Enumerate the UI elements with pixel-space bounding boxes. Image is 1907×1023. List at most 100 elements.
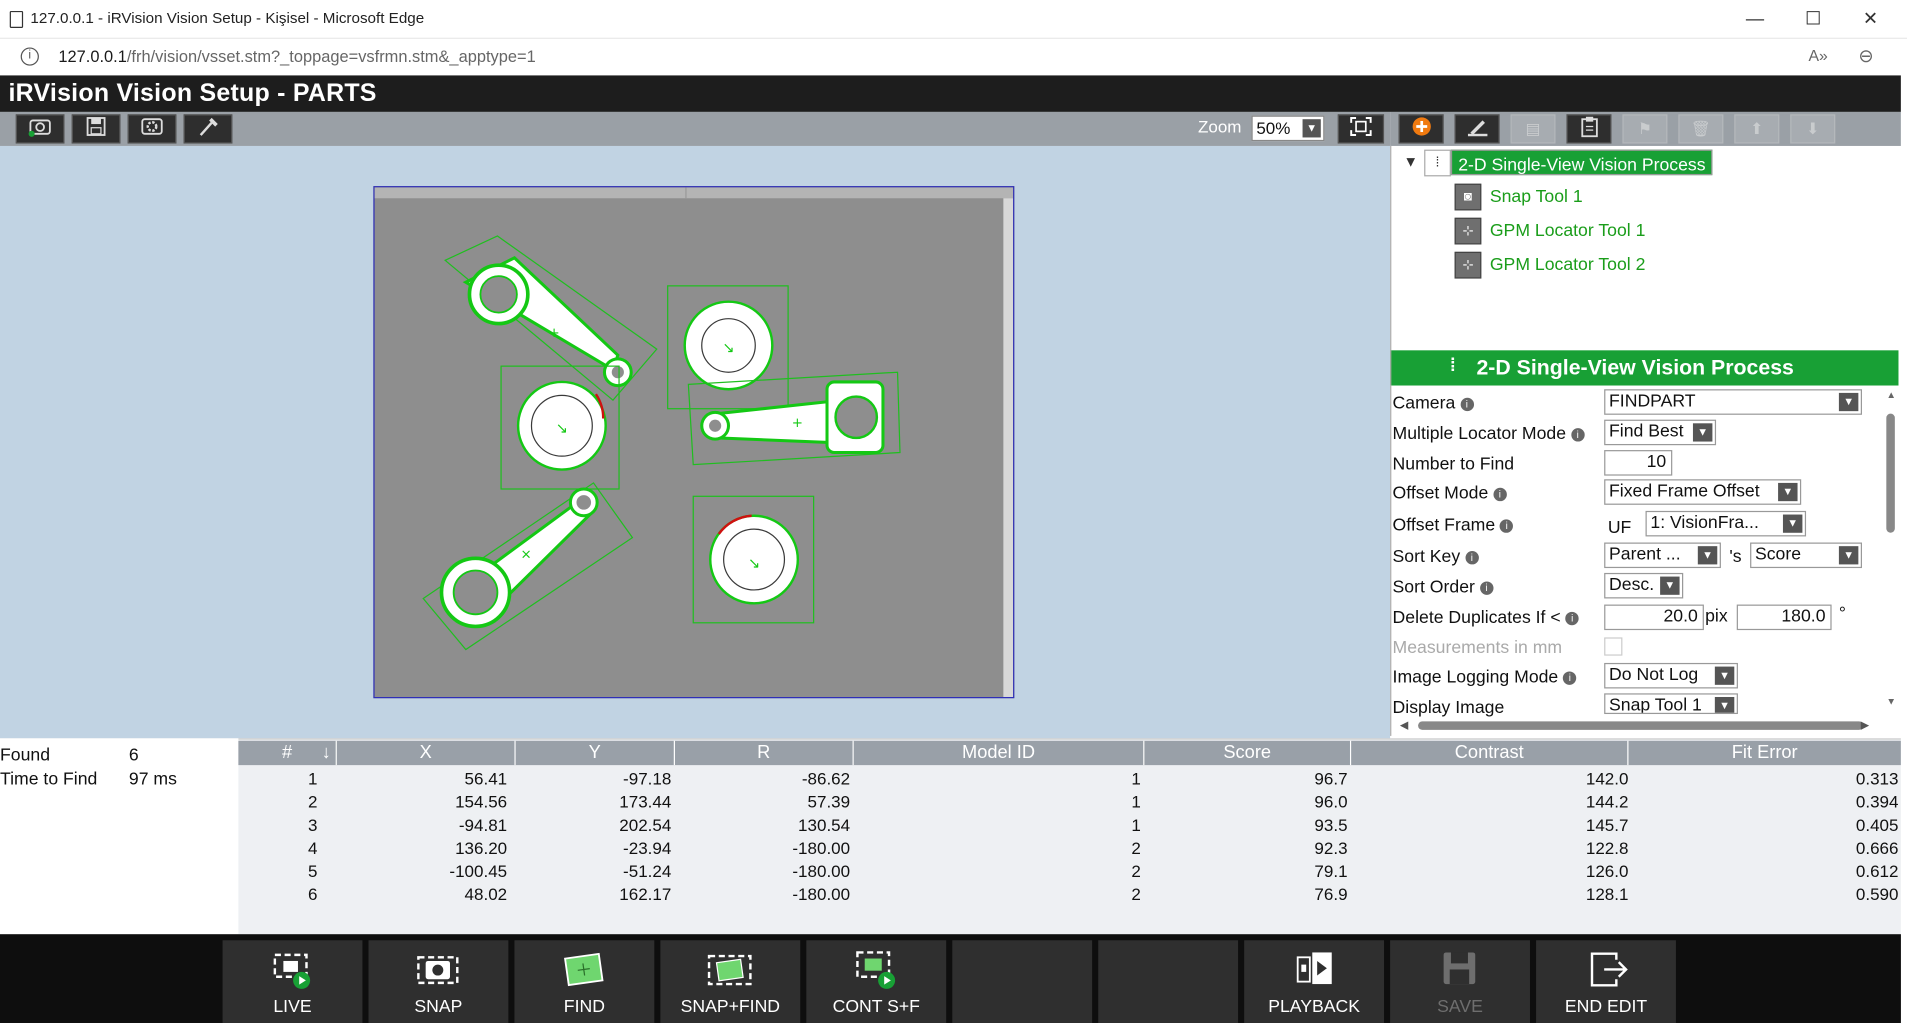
info-icon[interactable]: i [1500,519,1514,533]
site-info-icon[interactable]: i [20,47,39,66]
table-row[interactable]: 3 -94.81 202.54 130.54 1 93.5 145.7 0.405 [238,814,1901,837]
washer-2: ↘ [500,365,620,490]
move-button[interactable]: ⚑ [1622,114,1668,144]
tree-root-vision-process[interactable]: 2-D Single-View Vision Process [1450,149,1713,176]
svg-text:↘: ↘ [556,420,568,437]
zoom-icon[interactable]: ⊖ [1858,45,1873,67]
window-edge [1900,75,1907,1023]
tree-item-gpm-locator-1[interactable]: GPM Locator Tool 1 [1490,221,1646,240]
snap-button[interactable]: SNAP [368,940,509,1023]
scroll-thumb[interactable] [1886,413,1895,533]
fit-to-window-button[interactable] [1337,114,1385,144]
col-header-fit-error[interactable]: Fit Error [1628,740,1901,766]
camera-select[interactable]: FINDPART ▼ [1604,389,1863,415]
number-to-find-input[interactable]: 10 [1604,450,1673,476]
minimize-button[interactable]: — [1743,7,1767,31]
empty-button-2 [1098,940,1239,1023]
page-icon [9,10,24,28]
move-up-button[interactable]: ⬆ [1734,114,1780,144]
info-icon[interactable]: i [1565,611,1579,626]
display-image-select[interactable]: Snap Tool 1 ▼ [1604,693,1738,715]
tree-item-snap-tool-1[interactable]: Snap Tool 1 [1490,187,1583,206]
table-cell-contrast: 144.2 [1585,791,1629,812]
vision-process-icon: ⁞ [1449,355,1456,376]
read-aloud-icon[interactable]: A» [1808,46,1827,64]
table-cell-index: 1 [307,768,318,789]
snap-image-button[interactable] [15,114,65,144]
end-edit-button[interactable]: END EDIT [1536,940,1676,1023]
col-header-score[interactable]: Score [1144,740,1352,766]
info-icon[interactable]: i [1465,551,1479,565]
found-parts-overlay: + ↘ ↘ + × ↘ [374,187,1014,697]
tree-item-gpm-locator-2[interactable]: GPM Locator Tool 2 [1490,255,1646,274]
info-icon[interactable]: i [1493,487,1507,502]
sort-arrow-icon: ↓ [321,742,331,763]
chevron-down-icon: ▼ [1714,696,1735,713]
svg-text:↘: ↘ [722,340,734,357]
sort-key-field-select[interactable]: Score ▼ [1750,542,1863,569]
snap-find-button[interactable]: SNAP+FIND [660,940,801,1023]
sort-order-select[interactable]: Desc. ▼ [1604,572,1684,599]
multiple-locator-mode-select[interactable]: Find Best ▼ [1604,419,1717,446]
chevron-down-icon: ▼ [1838,546,1859,565]
url-text[interactable]: 127.0.0.1/frh/vision/vsset.stm?_toppage=… [58,47,535,65]
sort-key-select[interactable]: Parent ... ▼ [1604,542,1721,569]
table-cell-model-id: 1 [1131,814,1141,835]
eyedropper-button[interactable] [183,114,233,144]
table-cell-x: -94.81 [458,814,508,835]
info-icon[interactable]: i [1563,671,1577,685]
delete-duplicates-deg-input[interactable]: 180.0 [1736,604,1832,631]
info-icon[interactable]: i [1460,397,1474,412]
move-down-button[interactable]: ⬇ [1790,114,1836,144]
offset-frame-select[interactable]: 1: VisionFra... ▼ [1645,510,1807,537]
delete-button[interactable]: 🗑 [1678,114,1724,144]
table-row[interactable]: 4 136.20 -23.94 -180.00 2 92.3 122.8 0.666 [238,837,1901,860]
collapse-triangle-icon[interactable]: ▼ [1403,153,1417,170]
image-logging-select[interactable]: Do Not Log ▼ [1604,662,1738,689]
col-header-y[interactable]: Y [515,740,675,766]
chevron-down-icon: ▼ [1302,119,1321,138]
camera-gear-icon [141,118,163,135]
table-cell-contrast: 126.0 [1585,861,1629,881]
table-row[interactable]: 5 -100.45 -51.24 -180.00 2 79.1 126.0 0.612 [238,860,1901,883]
table-cell-x: 48.02 [464,884,508,904]
save-image-button[interactable] [71,114,121,144]
image-settings-button[interactable] [127,114,177,144]
info-icon[interactable]: i [1479,581,1494,595]
chevron-down-icon: ▼ [1778,482,1798,502]
zoom-select[interactable]: 50% ▼ [1251,115,1325,142]
camera-image[interactable]: + ↘ ↘ + × ↘ [373,186,1015,699]
table-cell-fit-error: 0.612 [1855,861,1899,881]
delete-duplicates-pix-input[interactable]: 20.0 [1604,604,1704,631]
offset-mode-select[interactable]: Fixed Frame Offset ▼ [1604,479,1802,505]
add-tool-button[interactable] [1398,114,1444,144]
paste-button[interactable] [1566,114,1612,144]
table-row[interactable]: 2 154.56 173.44 57.39 1 96.0 144.2 0.394 [238,791,1901,814]
close-button[interactable]: ✕ [1858,7,1882,31]
rename-button[interactable] [1454,114,1500,144]
playback-button[interactable]: PLAYBACK [1244,940,1385,1023]
copy-button[interactable]: ▤ [1510,114,1556,144]
col-header-index[interactable]: # ↓ [238,740,337,766]
cont-snap-find-button[interactable]: CONT S+F [806,940,947,1023]
table-cell-r: 130.54 [798,814,851,835]
col-header-contrast[interactable]: Contrast [1351,740,1629,766]
col-header-model-id[interactable]: Model ID [853,740,1145,766]
table-row[interactable]: 1 56.41 -97.18 -86.62 1 96.7 142.0 0.313 [238,768,1901,791]
table-row[interactable]: 6 48.02 162.17 -180.00 2 76.9 128.1 0.590 [238,883,1901,906]
col-header-r[interactable]: R [674,740,854,766]
measurements-mm-checkbox[interactable] [1604,637,1623,656]
browser-title: 127.0.0.1 - iRVision Vision Setup - Kişi… [30,9,425,27]
info-icon[interactable]: i [1570,428,1585,442]
scroll-thumb[interactable] [1418,721,1864,730]
col-header-x[interactable]: X [336,740,516,766]
live-button[interactable]: LIVE [222,940,363,1023]
time-to-find-value: 97 ms [128,769,177,790]
address-bar[interactable]: i 127.0.0.1/frh/vision/vsset.stm?_toppag… [0,38,1907,76]
maximize-button[interactable]: ☐ [1801,7,1825,31]
properties-horizontal-scrollbar[interactable]: ◀ ▶ [1390,716,1883,734]
properties-vertical-scrollbar[interactable]: ▲ ▼ [1883,389,1899,713]
tool-tree: ▼ ⁞ 2-D Single-View Vision Process ◙ Sna… [1390,145,1901,351]
save-button[interactable]: SAVE [1390,940,1530,1023]
find-button[interactable]: FIND [514,940,655,1023]
